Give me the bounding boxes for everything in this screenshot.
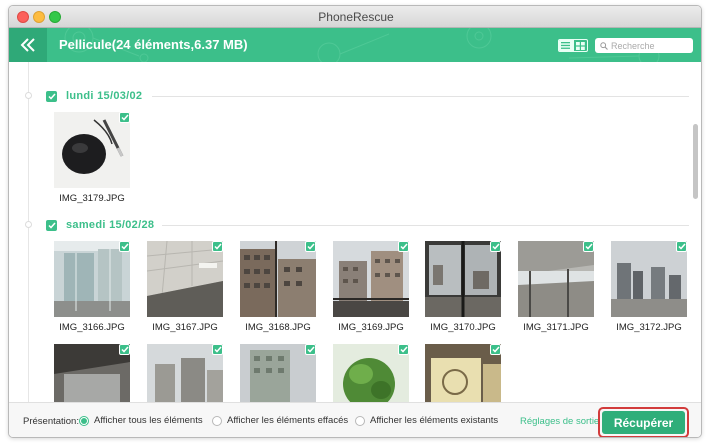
photo-checkbox[interactable] [490, 241, 501, 252]
photo-filename: IMG_3168.JPG [245, 322, 311, 333]
photo-filename: IMG_3166.JPG [59, 322, 125, 333]
photo-thumbnail-img-3168[interactable] [240, 241, 316, 317]
check-icon [306, 346, 315, 353]
photo-checkbox[interactable] [305, 241, 316, 252]
check-icon [120, 243, 129, 250]
title-bar: PhoneRescue [9, 6, 701, 28]
footer-bar: Présentation: Afficher tous les éléments… [9, 402, 701, 437]
photo-thumbnail[interactable] [147, 344, 223, 402]
radio-label: Afficher les éléments existants [370, 415, 499, 426]
photo-thumbnail[interactable] [425, 344, 501, 402]
timeline-dot [25, 221, 32, 228]
search-icon [600, 41, 608, 50]
photo-checkbox[interactable] [676, 241, 687, 252]
check-icon [306, 243, 315, 250]
photo-thumbnail-img-3169[interactable] [333, 241, 409, 317]
check-icon [491, 243, 500, 250]
photo-checkbox[interactable] [583, 241, 594, 252]
check-icon [399, 243, 408, 250]
group-header-2[interactable]: samedi 15/02/28 [46, 217, 154, 233]
radio-button[interactable] [212, 415, 222, 426]
app-window: PhoneRescue Pellicule(24 éléments,6.37 M… [8, 5, 702, 438]
photo-thumbnail-img-3166[interactable] [54, 241, 130, 317]
photo-filename: IMG_3179.JPG [59, 193, 125, 204]
list-icon [561, 42, 571, 49]
photo-checkbox[interactable] [305, 344, 316, 355]
presentation-label: Présentation: [23, 416, 79, 427]
check-icon [677, 243, 686, 250]
group-header-1[interactable]: lundi 15/03/02 [46, 88, 142, 104]
search-box [595, 38, 693, 53]
radio-label: Afficher les éléments effacés [227, 415, 349, 426]
list-view-button[interactable] [559, 40, 573, 51]
radio-button[interactable] [355, 415, 365, 426]
view-toggle [558, 39, 588, 52]
photo-checkbox[interactable] [212, 344, 223, 355]
photo-image [333, 241, 409, 317]
photo-filename: IMG_3167.JPG [152, 322, 218, 333]
photo-thumbnail[interactable] [240, 344, 316, 402]
group-checkbox[interactable] [46, 219, 57, 231]
photo-thumbnail[interactable] [54, 344, 130, 402]
photo-thumbnail-img-3179[interactable] [54, 112, 130, 188]
search-input[interactable] [611, 40, 691, 51]
photo-checkbox[interactable] [119, 344, 130, 355]
photo-checkbox[interactable] [119, 112, 130, 123]
group-divider [152, 96, 689, 97]
photo-thumbnail-img-3172[interactable] [611, 241, 687, 317]
grid-icon [575, 41, 585, 50]
photo-image [425, 241, 501, 317]
radio-show-deleted[interactable]: Afficher les éléments effacés [212, 415, 348, 426]
photo-image [54, 241, 130, 317]
group-divider [162, 225, 689, 226]
check-icon [584, 243, 593, 250]
photo-filename: IMG_3171.JPG [523, 322, 589, 333]
window-title: PhoneRescue [318, 10, 394, 24]
timeline-dot [25, 92, 32, 99]
photo-checkbox[interactable] [490, 344, 501, 355]
photo-image [611, 241, 687, 317]
photo-thumbnail-img-3170[interactable] [425, 241, 501, 317]
photo-thumbnail[interactable] [333, 344, 409, 402]
photo-content-area: lundi 15/03/02 IMG_3179.JPG samedi 15/02… [9, 62, 701, 402]
vertical-scrollbar[interactable] [693, 124, 698, 199]
check-icon [213, 243, 222, 250]
photo-checkbox[interactable] [398, 241, 409, 252]
check-icon [47, 93, 56, 100]
photo-checkbox[interactable] [398, 344, 409, 355]
back-button[interactable] [9, 28, 47, 62]
header-bar: Pellicule(24 éléments,6.37 MB) [9, 28, 701, 62]
radio-button-selected[interactable] [79, 415, 89, 426]
check-icon [491, 346, 500, 353]
check-icon [213, 346, 222, 353]
photo-thumbnail-img-3167[interactable] [147, 241, 223, 317]
photo-checkbox[interactable] [212, 241, 223, 252]
radio-show-existing[interactable]: Afficher les éléments existants [355, 415, 498, 426]
photo-image [518, 241, 594, 317]
photo-checkbox[interactable] [119, 241, 130, 252]
photo-image [54, 112, 130, 188]
grid-view-button[interactable] [572, 40, 588, 51]
recover-button[interactable]: Récupérer [602, 411, 685, 434]
check-icon [47, 222, 56, 229]
check-icon [120, 114, 129, 121]
check-icon [399, 346, 408, 353]
photo-image [147, 241, 223, 317]
output-settings-link[interactable]: Réglages de sortie [520, 416, 599, 427]
page-title: Pellicule(24 éléments,6.37 MB) [59, 37, 248, 52]
group-date-label: samedi 15/02/28 [66, 219, 155, 231]
photo-image [240, 241, 316, 317]
photo-filename: IMG_3172.JPG [616, 322, 682, 333]
photo-filename: IMG_3169.JPG [338, 322, 404, 333]
timeline-line [28, 62, 29, 402]
group-checkbox[interactable] [46, 90, 57, 102]
photo-thumbnail-img-3171[interactable] [518, 241, 594, 317]
photo-filename: IMG_3170.JPG [430, 322, 496, 333]
double-chevron-left-icon [20, 38, 35, 52]
radio-show-all[interactable]: Afficher tous les éléments [79, 415, 203, 426]
group-date-label: lundi 15/03/02 [66, 90, 143, 102]
check-icon [120, 346, 129, 353]
radio-label: Afficher tous les éléments [94, 415, 203, 426]
